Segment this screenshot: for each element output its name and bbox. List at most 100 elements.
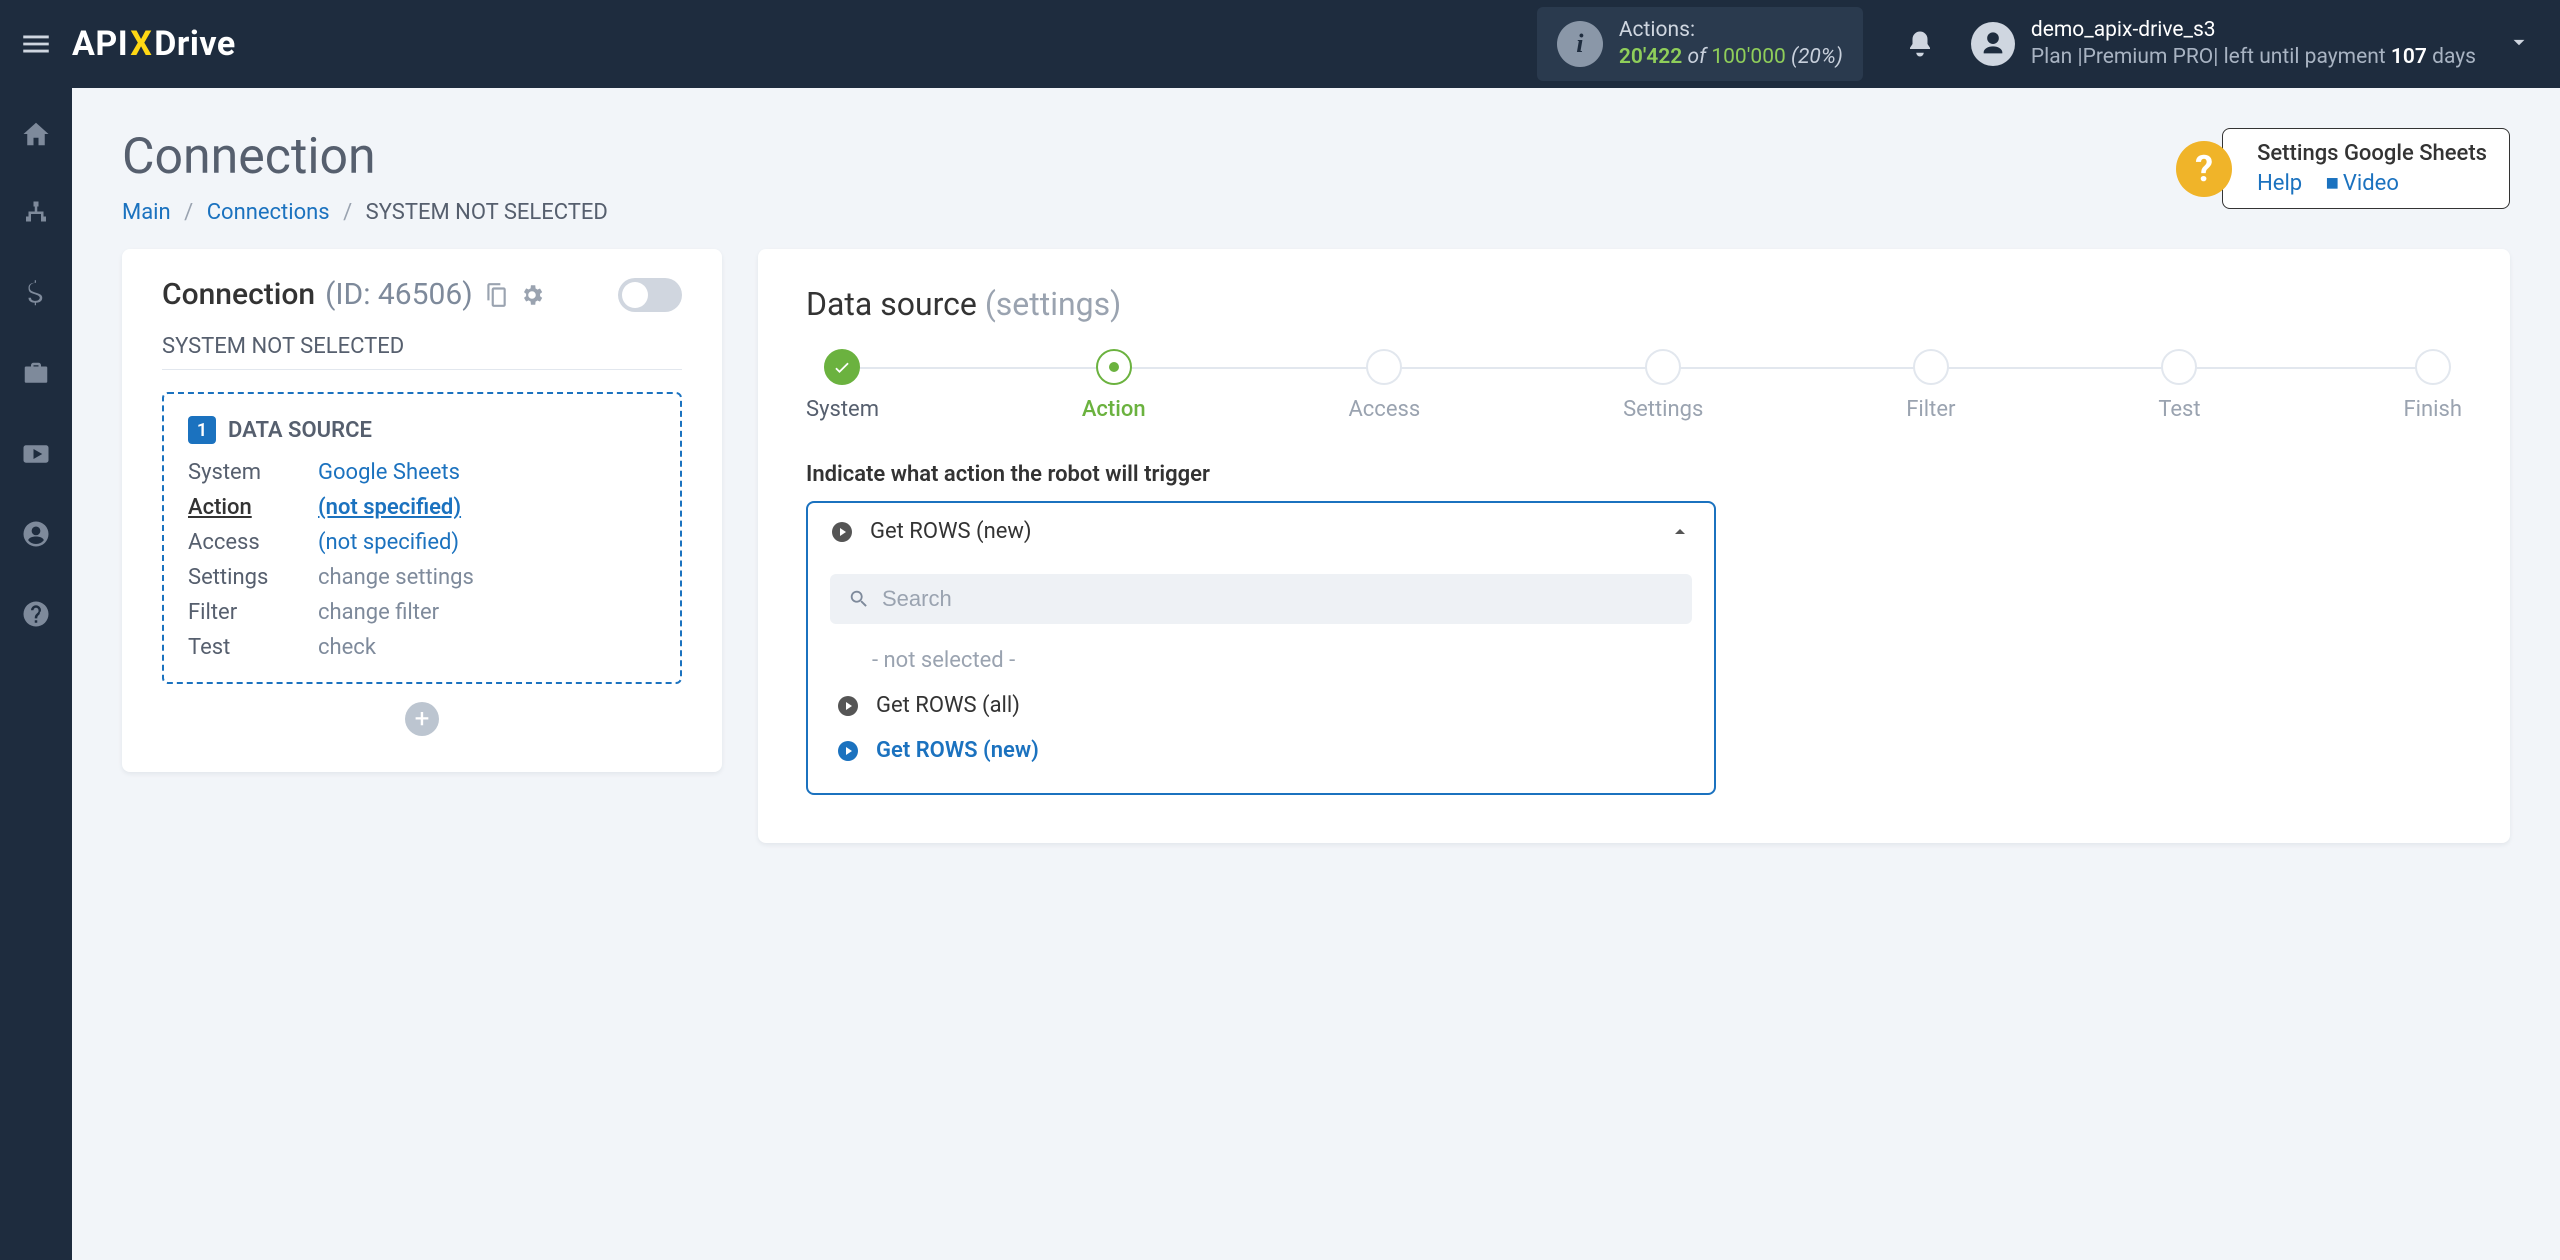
stepper: System Action Access Settings Filter Tes… xyxy=(806,349,2462,422)
option-not-selected: - not selected - xyxy=(830,638,1692,683)
actions-of: of xyxy=(1682,45,1711,69)
page-title: Connection xyxy=(122,128,608,186)
action-field-label: Indicate what action the robot will trig… xyxy=(806,462,2462,487)
left-rail xyxy=(0,88,72,1260)
action-select: Get ROWS (new) - not selected - Get ROWS… xyxy=(806,501,1716,795)
user-menu-caret[interactable] xyxy=(2506,29,2532,59)
panel-title: Data source xyxy=(806,285,977,323)
option-get-rows-new[interactable]: Get ROWS (new) xyxy=(830,728,1692,773)
step-system[interactable]: System xyxy=(806,349,879,422)
bell-icon xyxy=(1905,29,1935,59)
rail-connections[interactable] xyxy=(16,194,56,234)
ds-row-filter-label: Filter xyxy=(188,600,318,625)
rail-briefcase[interactable] xyxy=(16,354,56,394)
ds-row-filter-value[interactable]: change filter xyxy=(318,600,656,625)
rail-account[interactable] xyxy=(16,514,56,554)
step-test[interactable]: Test xyxy=(2158,349,2200,422)
brand-logo[interactable]: APIXDrive xyxy=(72,0,236,88)
user-icon xyxy=(1979,30,2007,58)
step-finish[interactable]: Finish xyxy=(2403,349,2461,422)
user-name: demo_apix-drive_s3 xyxy=(2031,17,2476,44)
breadcrumb-current: SYSTEM NOT SELECTED xyxy=(366,200,608,225)
search-icon xyxy=(848,588,870,610)
brand-x: X xyxy=(130,24,152,64)
data-source-title: DATA SOURCE xyxy=(228,418,372,443)
play-circle-icon xyxy=(830,520,854,544)
ds-row-test-value[interactable]: check xyxy=(318,635,656,660)
user-menu[interactable]: demo_apix-drive_s3 Plan |Premium PRO| le… xyxy=(1971,17,2476,72)
check-icon xyxy=(832,357,852,377)
actions-usage-box[interactable]: i Actions: 20'422 of 100'000 (20%) xyxy=(1537,7,1863,82)
briefcase-icon xyxy=(21,359,51,389)
plan-suffix: days xyxy=(2427,45,2476,69)
video-link[interactable]: ■Video xyxy=(2326,171,2399,196)
action-select-head[interactable]: Get ROWS (new) xyxy=(808,503,1714,560)
rail-home[interactable] xyxy=(16,114,56,154)
main-content: Connection Main / Connections / SYSTEM N… xyxy=(72,88,2560,1260)
actions-label: Actions: xyxy=(1619,17,1843,44)
chevron-up-icon xyxy=(1668,520,1692,544)
connection-subtitle: SYSTEM NOT SELECTED xyxy=(162,334,682,370)
rail-video[interactable] xyxy=(16,434,56,474)
data-source-number: 1 xyxy=(188,416,216,444)
copy-icon[interactable] xyxy=(483,282,509,308)
breadcrumb-main[interactable]: Main xyxy=(122,200,171,225)
ds-row-system-label: System xyxy=(188,460,318,485)
ds-row-access-value[interactable]: (not specified) xyxy=(318,530,656,555)
action-search-input[interactable] xyxy=(882,586,1674,612)
play-circle-icon xyxy=(836,739,860,763)
sitemap-icon xyxy=(21,199,51,229)
step-settings[interactable]: Settings xyxy=(1623,349,1703,422)
plan-days: 107 xyxy=(2391,45,2427,69)
ds-row-system-value[interactable]: Google Sheets xyxy=(318,460,656,485)
youtube-icon xyxy=(21,439,51,469)
add-source-button[interactable]: + xyxy=(405,702,439,736)
connection-toggle[interactable] xyxy=(618,278,682,312)
rail-billing[interactable] xyxy=(16,274,56,314)
data-source-settings-card: Data source (settings) System Action Acc… xyxy=(758,249,2510,843)
help-card: Settings Google Sheets Help ■Video xyxy=(2222,128,2510,209)
home-icon xyxy=(21,119,51,149)
question-circle-icon xyxy=(21,599,51,629)
help-title: Settings Google Sheets xyxy=(2257,141,2487,166)
menu-toggle[interactable] xyxy=(0,0,72,88)
breadcrumb: Main / Connections / SYSTEM NOT SELECTED xyxy=(122,200,608,225)
dollar-icon xyxy=(21,279,51,309)
play-circle-icon xyxy=(836,694,860,718)
ds-row-access-label: Access xyxy=(188,530,318,555)
breadcrumb-connections[interactable]: Connections xyxy=(207,200,330,225)
brand-pre: API xyxy=(72,24,128,64)
help-link[interactable]: Help xyxy=(2257,171,2302,196)
video-icon: ■ xyxy=(2326,171,2339,196)
data-source-box: 1 DATA SOURCE System Google Sheets Actio… xyxy=(162,392,682,684)
ds-row-settings-label: Settings xyxy=(188,565,318,590)
action-search-box xyxy=(830,574,1692,624)
info-icon: i xyxy=(1557,21,1603,67)
ds-row-action-value[interactable]: (not specified) xyxy=(318,495,656,520)
connection-card: Connection (ID: 46506) SYSTEM NOT SELECT… xyxy=(122,249,722,772)
help-badge[interactable]: ? xyxy=(2176,141,2232,197)
chevron-down-icon xyxy=(2506,29,2532,55)
notifications-button[interactable] xyxy=(1899,29,1941,59)
rail-help[interactable] xyxy=(16,594,56,634)
ds-row-action-label: Action xyxy=(188,495,318,520)
step-access[interactable]: Access xyxy=(1348,349,1420,422)
panel-subtitle: (settings) xyxy=(985,285,1121,323)
action-select-dropdown: - not selected - Get ROWS (all) Get ROWS… xyxy=(808,560,1714,793)
actions-total: 100'000 xyxy=(1711,45,1785,69)
action-select-value: Get ROWS (new) xyxy=(870,519,1652,544)
connection-id: (ID: 46506) xyxy=(325,277,473,312)
ds-row-test-label: Test xyxy=(188,635,318,660)
actions-current: 20'422 xyxy=(1619,45,1682,69)
step-filter[interactable]: Filter xyxy=(1906,349,1955,422)
plan-text: Plan |Premium PRO| left until payment xyxy=(2031,45,2391,69)
hamburger-icon xyxy=(19,27,53,61)
gear-icon[interactable] xyxy=(519,282,545,308)
user-circle-icon xyxy=(21,519,51,549)
option-get-rows-all[interactable]: Get ROWS (all) xyxy=(830,683,1692,728)
connection-label: Connection xyxy=(162,277,315,312)
ds-row-settings-value[interactable]: change settings xyxy=(318,565,656,590)
topbar: APIXDrive i Actions: 20'422 of 100'000 (… xyxy=(0,0,2560,88)
step-action[interactable]: Action xyxy=(1082,349,1146,422)
brand-post: Drive xyxy=(154,24,235,64)
